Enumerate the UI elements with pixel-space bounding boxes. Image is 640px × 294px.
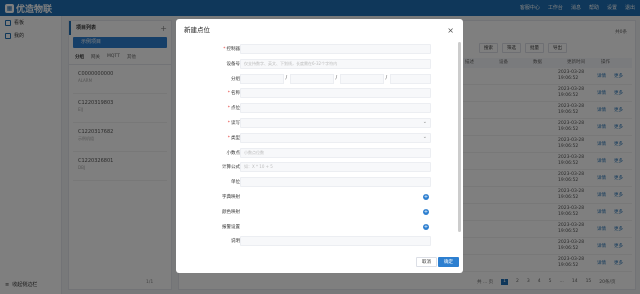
form-row: 设备号 仅支持数字、英文、下划线，长度需在6-32个字符内 xyxy=(176,57,456,72)
form-row: *点位 xyxy=(176,101,456,116)
field-label-text: 字典映射 xyxy=(222,194,240,200)
field-label: 小数点 xyxy=(227,150,241,156)
text-input[interactable]: 小数点位数 xyxy=(240,147,431,158)
field-label-text: 报警设置 xyxy=(222,224,240,230)
chevron-down-icon: ⌄ xyxy=(422,133,427,140)
group-separator: / xyxy=(335,74,338,81)
required-mark: * xyxy=(227,135,230,141)
required-mark: * xyxy=(227,106,230,112)
select-field[interactable]: ⌄ xyxy=(240,132,431,143)
form-row: *名称 xyxy=(176,86,456,101)
chevron-down-icon: ⌄ xyxy=(422,118,427,125)
required-mark: * xyxy=(227,91,230,97)
text-input[interactable] xyxy=(240,177,431,188)
form-row: 颜色映射 + xyxy=(176,205,456,220)
dialog-scrollbar[interactable] xyxy=(458,42,461,232)
group-input[interactable] xyxy=(340,73,384,84)
field-label-text: 设备号 xyxy=(226,61,241,67)
field-label: 颜色映射 xyxy=(222,209,240,215)
field-label: *类型 xyxy=(228,135,240,141)
field-label-text: 单位 xyxy=(231,180,240,186)
dialog-footer: 取消 确定 xyxy=(176,252,463,273)
field-label-text: 小数点 xyxy=(226,150,241,156)
form-row: *类型 ⌄ xyxy=(176,131,456,146)
text-input[interactable] xyxy=(240,88,431,99)
required-mark: * xyxy=(227,120,230,126)
form-row: *控制器 xyxy=(176,42,456,57)
field-label-text: 控制器 xyxy=(226,47,241,52)
field-label-text: 说明 xyxy=(231,239,240,245)
group-input[interactable] xyxy=(290,73,334,84)
group-separator: / xyxy=(285,74,288,81)
add-icon[interactable]: + xyxy=(423,193,429,200)
text-input[interactable] xyxy=(240,236,431,247)
field-label-text: 颜色映射 xyxy=(222,209,240,215)
dialog-title: 新建点位 xyxy=(184,26,210,34)
dialog-form: *控制器 设备号 仅支持数字、英文、下划线，长度需在6-32个字符内 分组 / / / *名称… xyxy=(176,42,456,252)
required-mark: * xyxy=(223,47,226,52)
form-row: 单位 xyxy=(176,175,456,190)
form-row: 报警设置 + xyxy=(176,220,456,235)
confirm-button[interactable]: 确定 xyxy=(438,257,459,267)
text-input[interactable] xyxy=(240,103,431,114)
field-label: *点位 xyxy=(228,105,240,111)
text-input[interactable]: 仅支持数字、英文、下划线，长度需在6-32个字符内 xyxy=(240,58,431,69)
field-label: 计算公式 xyxy=(222,164,240,170)
group-separator: / xyxy=(385,74,388,81)
field-label: 说明 xyxy=(231,238,240,244)
field-label: 分组 xyxy=(231,76,240,82)
select-field[interactable]: ⌄ xyxy=(240,117,431,128)
field-label: 字典映射 xyxy=(222,194,240,200)
field-label: *控制器 xyxy=(223,46,240,52)
field-label: 单位 xyxy=(231,179,240,185)
field-label-text: 点位 xyxy=(231,106,240,112)
cancel-button[interactable]: 取消 xyxy=(416,257,437,267)
field-label-text: 类型 xyxy=(231,135,240,141)
field-label-text: 分组 xyxy=(231,76,240,82)
field-label: *名称 xyxy=(228,90,240,96)
text-input[interactable]: 如：X * 10 + 5 xyxy=(240,162,431,173)
form-row: 计算公式 如：X * 10 + 5 xyxy=(176,160,456,175)
form-row: 分组 / / / xyxy=(176,72,456,87)
close-icon[interactable]: × xyxy=(447,19,454,42)
group-input[interactable] xyxy=(240,73,284,84)
field-label: 设备号 xyxy=(227,61,241,67)
form-row: 小数点 小数点位数 xyxy=(176,146,456,161)
new-point-dialog: 新建点位 × *控制器 设备号 仅支持数字、英文、下划线，长度需在6-32个字符内分… xyxy=(176,19,463,273)
form-row: 说明 xyxy=(176,234,456,249)
field-label-text: 名称 xyxy=(231,91,240,97)
field-label-text: 读写 xyxy=(231,120,240,126)
field-label: 报警设置 xyxy=(222,224,240,230)
field-label-text: 计算公式 xyxy=(222,165,240,171)
dialog-header: 新建点位 × xyxy=(176,19,463,42)
add-icon[interactable]: + xyxy=(423,223,429,230)
form-row: 字典映射 + xyxy=(176,190,456,205)
add-icon[interactable]: + xyxy=(423,208,429,215)
text-input[interactable] xyxy=(240,44,431,54)
group-input[interactable] xyxy=(390,73,431,84)
field-label: *读写 xyxy=(228,120,240,126)
form-row: *读写 ⌄ xyxy=(176,116,456,131)
